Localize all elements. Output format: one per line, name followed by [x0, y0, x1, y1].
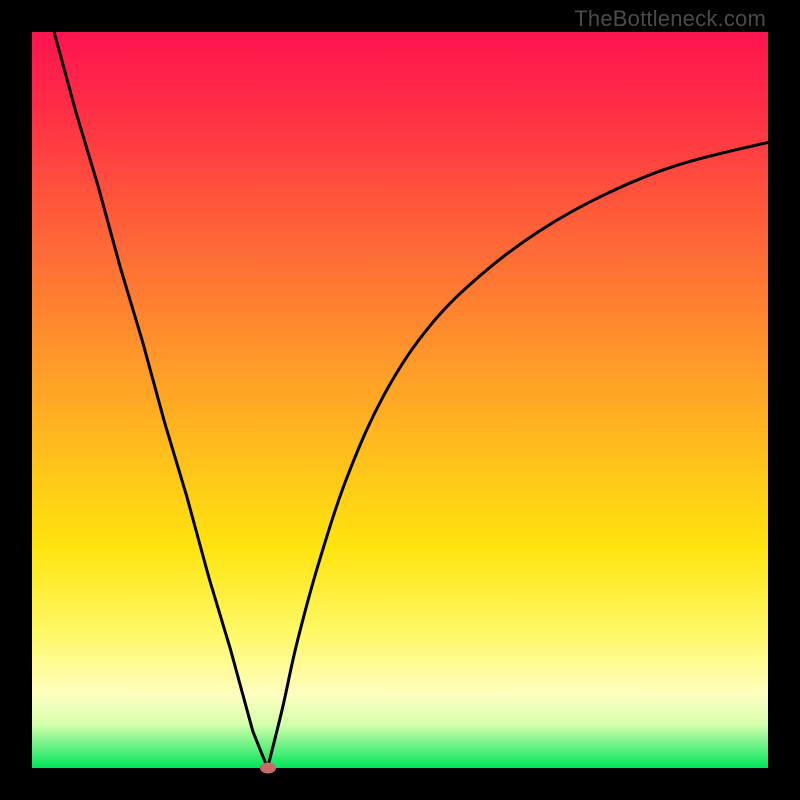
- watermark-text: TheBottleneck.com: [574, 6, 766, 32]
- curve-right-branch: [268, 142, 768, 768]
- chart-frame: TheBottleneck.com: [0, 0, 800, 800]
- plot-area: [32, 32, 768, 768]
- curve-left-branch: [54, 32, 267, 768]
- minimum-marker: [260, 763, 276, 774]
- curve-svg: [32, 32, 768, 768]
